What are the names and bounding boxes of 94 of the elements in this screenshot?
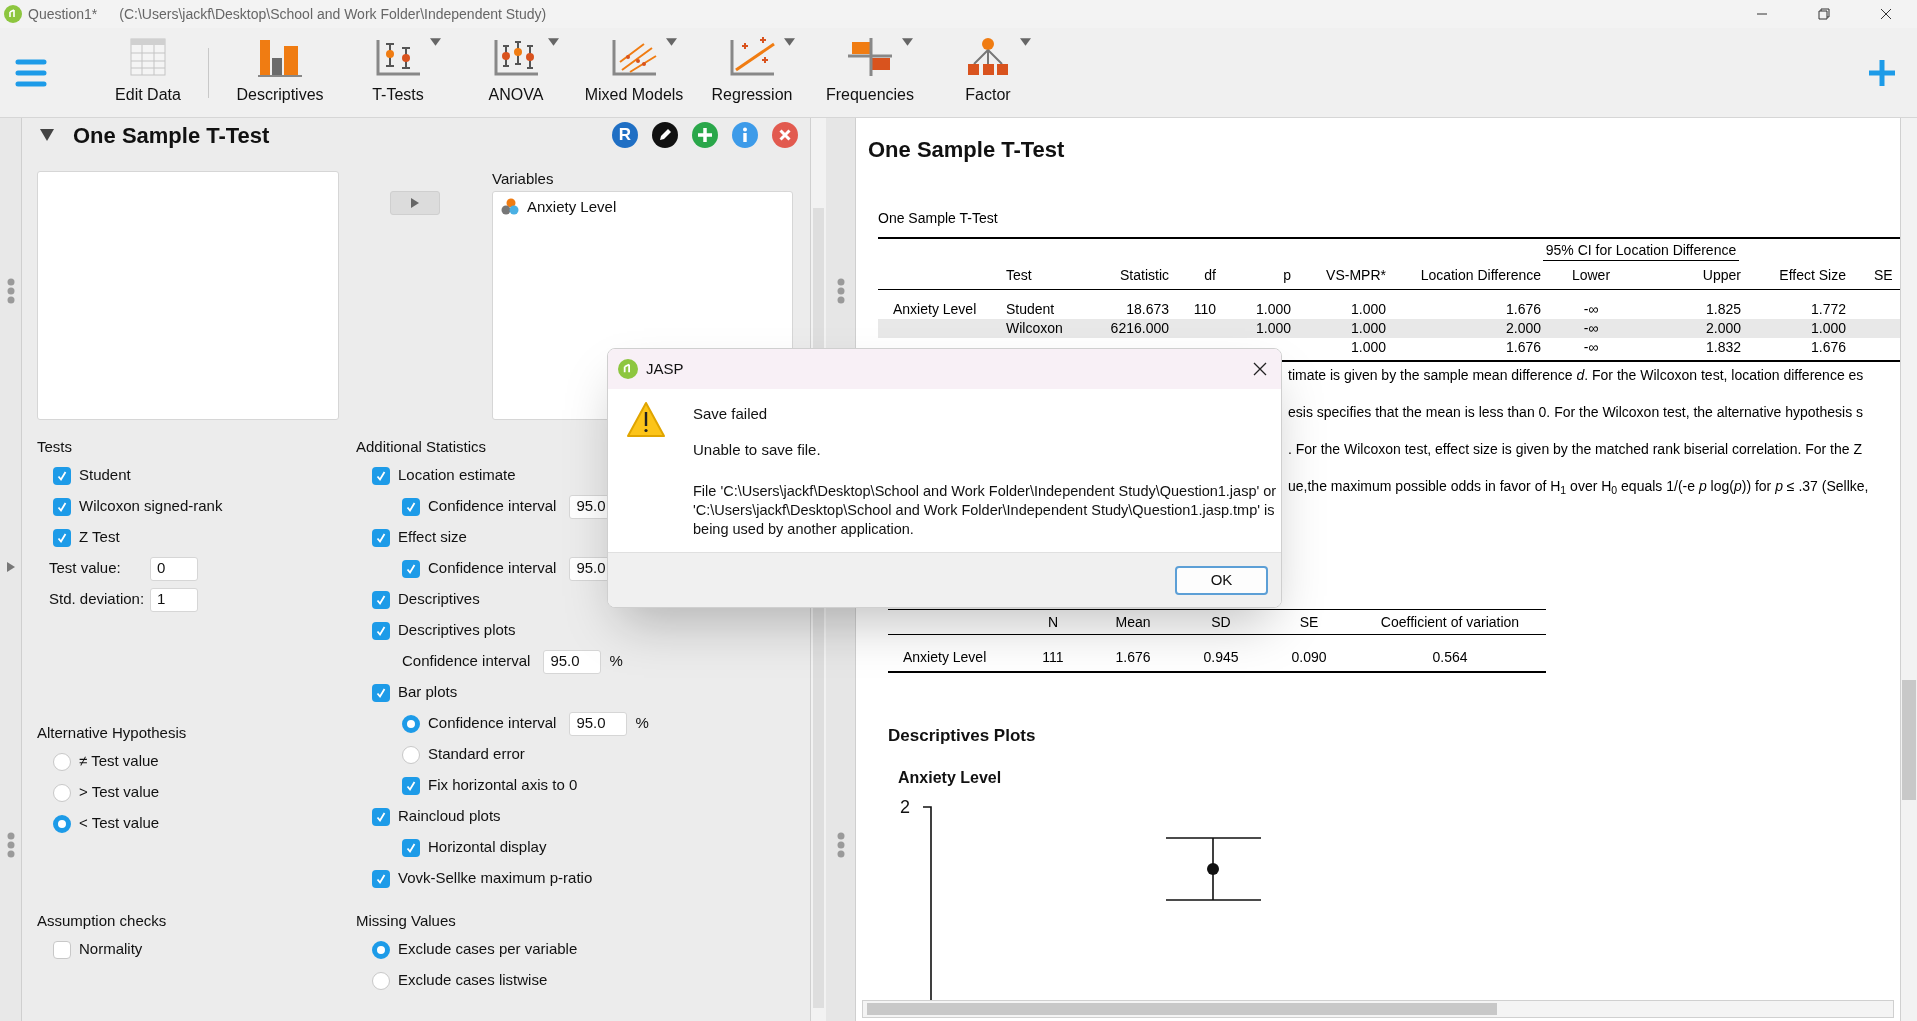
field-label: Std. deviation: [49,589,146,610]
table-cell-text: 1.000 [1349,319,1386,338]
table-cell-text: -∞ [1582,338,1600,357]
option-label: Exclude cases listwise [398,970,548,991]
table-cell-text: 1.000 [1809,319,1846,338]
table-cell-text: 1.000 [1254,319,1291,338]
plot-title: Anxiety Level [898,767,1002,788]
section-title: Descriptives Plots [888,725,1036,747]
table-cell-text: Anxiety Level [892,300,978,319]
section-title: Tests [37,437,72,457]
table-footnote: . For the Wilcoxon test, effect size is given by the matched rank biserial correlation. For the Z [1288,441,1862,457]
table-cell-text: 2.000 [1504,319,1541,338]
table-cell-text: 18.673 [1125,300,1169,319]
table-footnote: esis specifies that the mean is less than 0. For the Wilcoxon test, the alternative hypothesis s [1288,404,1864,420]
table-cell-text: -∞ [1582,319,1600,338]
option-label: Wilcoxon signed-rank [79,496,223,517]
column-header: Coefficient of variation [1379,612,1521,632]
column-header: Test [1006,266,1033,285]
column-header: SE [1298,612,1320,632]
option-label: Z Test [79,527,120,548]
option-label: Raincloud plots [398,806,501,827]
table-cell-text: 6216.000 [1109,319,1169,338]
unit-label: % [635,713,649,734]
option-label: Descriptives [398,589,480,610]
option-label: Vovk-Sellke maximum p-ratio [398,868,593,889]
column-group-header: 95% CI for Location Difference [1543,240,1739,261]
column-header: Upper [1701,266,1741,285]
table-cell-text: 2.000 [1704,319,1741,338]
analysis-title: One Sample T-Test [73,121,270,150]
table-cell-text: 1.000 [1349,300,1386,319]
option-label: Horizontal display [428,837,547,858]
column-header: SE [1873,266,1894,285]
table-cell-text: 1.676 [1809,338,1846,357]
column-header: Statistic [1119,266,1169,285]
dialog-title: JASP [646,358,684,379]
table-cell-text: 110 [1192,300,1216,319]
option-label: Confidence interval [428,713,557,734]
table-cell-text: 0.090 [1290,648,1328,667]
option-label: Confidence interval [428,496,557,517]
window-path: (C:\Users\jackf\Desktop\School and Work Folder\Independent Study) [119,4,547,24]
column-header: Location Difference [1419,266,1541,285]
option-label: Normality [79,939,143,960]
column-header: p [1282,266,1291,285]
table-cell-text: 0.945 [1202,648,1240,667]
option-label: < Test value [79,813,160,834]
table-footnote: ue,the maximum possible odds in favor of H$_{1}$ over H$_{0}$ equals 1/(-e p log(p)) for p ≤ .37 (Sellke, [1288,478,1869,494]
section-title: Alternative Hypothesis [37,723,187,743]
dialog-message: Unable to save file. [693,440,821,459]
column-header: Mean [1114,612,1152,632]
window-title: Question1* [28,4,98,24]
option-label: Location estimate [398,465,516,486]
column-header: N [1046,612,1060,632]
option-label: Standard error [428,744,525,765]
section-title: Missing Values [356,911,456,931]
column-header: SD [1210,612,1232,632]
table-cell-text: 1.676 [1504,338,1541,357]
table-cell-text: Wilcoxon [1006,319,1064,338]
column-header: df [1203,266,1216,285]
table-caption: One Sample T-Test [878,209,998,228]
option-label: Fix horizontal axis to 0 [428,775,578,796]
table-cell-text: 1.772 [1809,300,1846,319]
table-cell-text: Anxiety Level [902,648,988,667]
column-header: Effect Size [1778,266,1846,285]
variables-label: Variables [492,169,555,189]
option-label: Confidence interval [428,558,557,579]
option-label: Effect size [398,527,467,548]
dialog-heading: Save failed [693,404,768,423]
table-cell-text: 1.676 [1114,648,1152,667]
table-cell-text: 1.000 [1254,300,1291,319]
table-cell-text: 1.832 [1704,338,1741,357]
option-label: Confidence interval [402,651,531,672]
table-cell-text: 1.825 [1704,300,1741,319]
table-cell-text: 1.676 [1504,300,1541,319]
option-label: > Test value [79,782,160,803]
axis-tick-label: 2 [900,795,910,818]
option-label: Descriptives plots [398,620,516,641]
section-title: Additional Statistics [356,437,487,457]
table-cell-text: -∞ [1582,300,1600,319]
option-label: Student [79,465,131,486]
column-header: VS-MPR* [1325,266,1386,285]
option-label: ≠ Test value [79,751,159,772]
table-cell-text: 1.000 [1349,338,1386,357]
table-cell-text: 0.564 [1431,648,1469,667]
table-cell-text: 111 [1041,648,1065,667]
option-label: Exclude cases per variable [398,939,578,960]
column-header: Lower [1570,266,1612,285]
results-title: One Sample T-Test [868,136,1066,164]
field-label: Test value: [49,558,122,579]
table-cell-text: Student [1006,300,1056,319]
dialog-detail: File 'C:\Users\jackf\Desktop\School and Work Folder\Independent Study\Question1.jasp' or 'C:\Users\jackf\Desktop\School and Work Folder\Independent Study\Question1.jasp.tmp' is being used by another application. [693,482,1278,539]
section-title: Assumption checks [37,911,167,931]
table-footnote: timate is given by the sample mean difference d. For the Wilcoxon test, location difference es [1288,367,1864,383]
option-label: Bar plots [398,682,458,703]
unit-label: % [609,651,623,672]
